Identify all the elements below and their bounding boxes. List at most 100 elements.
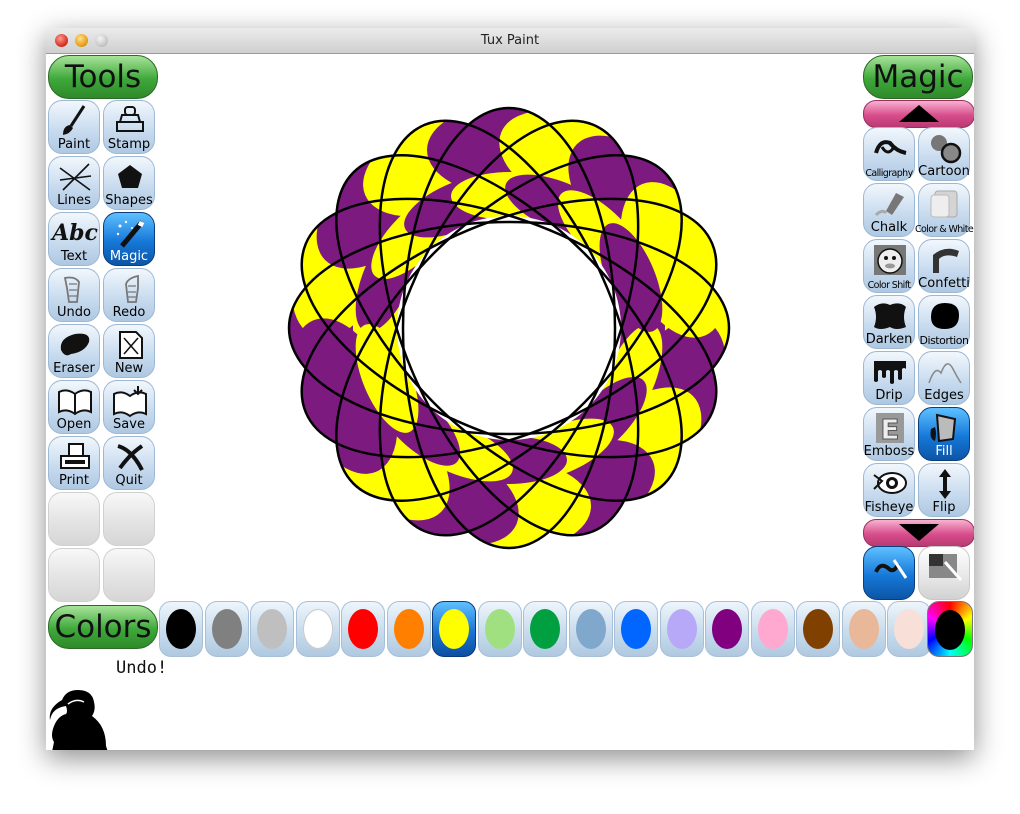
tux-paint-window: Tux Paint Tools Paint Stamp Lines Shapes… [46, 28, 974, 750]
magic-confetti-button[interactable]: Confetti [918, 239, 970, 293]
printer-icon [57, 440, 93, 474]
magic-darken-button[interactable]: Darken [863, 295, 915, 349]
tool-new-button[interactable]: New [103, 324, 155, 378]
paintbrush-icon [57, 104, 93, 138]
color-swatch-button[interactable] [796, 601, 840, 657]
stamp-icon [112, 104, 148, 138]
magic-label: Fisheye [864, 500, 914, 515]
fullscreen-mode-icon [927, 550, 963, 584]
magic-label: Emboss [863, 444, 915, 459]
magic-label: Confetti [918, 276, 970, 291]
color-swatch-button[interactable] [205, 601, 249, 657]
tool-label: Paint [57, 137, 91, 152]
color-swatch-button[interactable] [660, 601, 704, 657]
color-swatch-button[interactable] [887, 601, 931, 657]
color-swatch-dot [485, 609, 515, 649]
tool-magic-button[interactable]: Magic [103, 212, 155, 266]
svg-text:E: E [880, 413, 899, 445]
magic-label: Flip [932, 500, 956, 515]
tool-shapes-button[interactable]: Shapes [103, 156, 155, 210]
color-swatch-button[interactable] [296, 601, 340, 657]
color-swatch-dot [212, 609, 242, 649]
color-swatch-dot [439, 609, 469, 649]
color-swatch-button[interactable] [387, 601, 431, 657]
color-swatch-button[interactable] [478, 601, 522, 657]
tool-undo-button[interactable]: Undo [48, 268, 100, 322]
tool-label: Open [56, 417, 92, 432]
tool-stamp-button[interactable]: Stamp [103, 100, 155, 154]
color-swatch-button[interactable] [523, 601, 567, 657]
magic-flip-button[interactable]: Flip [918, 463, 970, 517]
tool-label: Shapes [105, 193, 153, 208]
tool-label: Stamp [107, 137, 151, 152]
tool-label: Undo [57, 305, 91, 320]
color-picker-button[interactable] [927, 601, 973, 657]
magic-scroll-up-button[interactable] [863, 100, 974, 128]
emboss-icon: E [872, 411, 908, 447]
color-swatch-button[interactable] [250, 601, 294, 657]
tool-print-button[interactable]: Print [48, 436, 100, 490]
magic-chalk-button[interactable]: Chalk [863, 183, 915, 237]
tool-quit-button[interactable]: Quit [103, 436, 155, 490]
magic-label: Chalk [870, 220, 908, 235]
drip-icon [872, 355, 908, 389]
tool-label: Print [59, 473, 89, 488]
open-book-icon [57, 384, 93, 418]
magic-calligraphy-button[interactable]: Calligraphy [863, 127, 915, 181]
text-abc-icon: Abc [52, 220, 98, 246]
color-swatch-button[interactable] [569, 601, 613, 657]
magic-header: Magic [863, 55, 973, 99]
tool-lines-button[interactable]: Lines [48, 156, 100, 210]
undo-hand-icon [57, 272, 93, 306]
color-swatch-button[interactable] [432, 601, 476, 657]
magic-mode-paint-button[interactable] [863, 546, 915, 600]
magic-scroll-down-button[interactable] [863, 519, 974, 547]
color-swatch-button[interactable] [705, 601, 749, 657]
color-swatch-dot [394, 609, 424, 649]
edges-icon [927, 355, 963, 389]
color-swatch-dot [576, 609, 606, 649]
magic-label: Color & White [915, 224, 974, 235]
drawing-canvas[interactable] [159, 54, 863, 600]
tool-redo-button[interactable]: Redo [103, 268, 155, 322]
tool-text-button[interactable]: Abc Text [48, 212, 100, 266]
tux-penguin-icon [49, 690, 108, 750]
color-shift-icon [872, 243, 908, 277]
magic-label: Distortion [919, 334, 969, 347]
magic-label: Cartoon [918, 164, 970, 179]
color-swatch-button[interactable] [614, 601, 658, 657]
tool-paint-button[interactable]: Paint [48, 100, 100, 154]
magic-color-shift-button[interactable]: Color Shift [863, 239, 915, 293]
tool-label: Save [113, 417, 145, 432]
magic-edges-button[interactable]: Edges [918, 351, 970, 405]
tool-label: Eraser [53, 361, 95, 376]
tool-open-button[interactable]: Open [48, 380, 100, 434]
tool-eraser-button[interactable]: Eraser [48, 324, 100, 378]
title-bar: Tux Paint [46, 28, 974, 54]
magic-fill-button[interactable]: Fill [918, 407, 970, 461]
magic-cartoon-button[interactable]: Cartoon [918, 127, 970, 181]
color-swatch-button[interactable] [751, 601, 795, 657]
status-message: Undo! [116, 658, 168, 678]
magic-label: Calligraphy [865, 168, 913, 179]
magic-label: Color Shift [867, 280, 911, 291]
magic-fisheye-button[interactable]: Fisheye [863, 463, 915, 517]
magic-drip-button[interactable]: Drip [863, 351, 915, 405]
magic-emboss-button[interactable]: E Emboss [863, 407, 915, 461]
color-swatch-button[interactable] [341, 601, 385, 657]
magic-distortion-button[interactable]: Distortion [918, 295, 970, 349]
paint-mode-icon [872, 550, 908, 584]
tool-save-button[interactable]: Save [103, 380, 155, 434]
quit-x-icon [112, 440, 148, 474]
confetti-icon [927, 243, 963, 277]
magic-mode-fullscreen-button[interactable] [918, 546, 970, 600]
arrow-down-icon [899, 524, 939, 541]
darken-icon [872, 299, 908, 333]
color-swatch-button[interactable] [159, 601, 203, 657]
color-swatch-dot [758, 609, 788, 649]
color-swatch-button[interactable] [842, 601, 886, 657]
tool-label: Magic [109, 249, 149, 264]
chalk-icon [872, 187, 908, 221]
magic-color-white-button[interactable]: Color & White [915, 183, 974, 237]
pentagon-icon [112, 160, 148, 194]
